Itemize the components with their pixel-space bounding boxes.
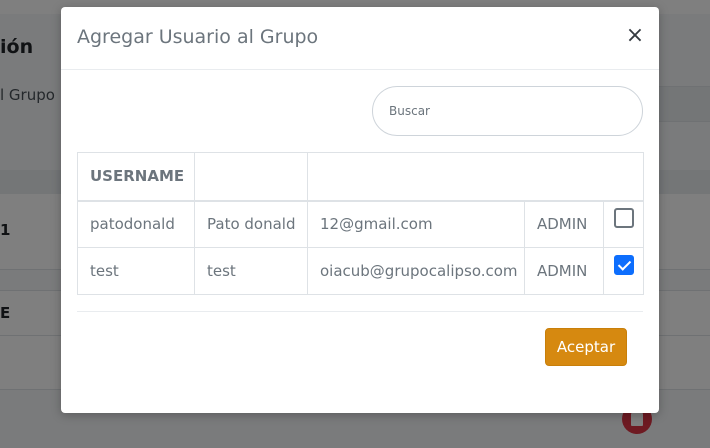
table-header-row: USERNAME [77,152,645,201]
add-user-to-group-modal: Agregar Usuario al Grupo × USERNAME pato… [61,7,659,413]
column-header [194,152,308,201]
cell-name: test [194,247,308,295]
cell-username: patodonald [77,200,195,248]
cell-select [602,247,645,295]
users-table: USERNAME patodonald Pato donald 12@gmail… [77,152,645,295]
cell-username: test [77,247,195,295]
cell-email: oiacub@grupocalipso.com [307,247,525,295]
column-header [306,152,645,201]
cell-email: 12@gmail.com [307,200,525,248]
cell-select [602,200,645,248]
cell-name: Pato donald [194,200,308,248]
select-checkbox[interactable] [613,208,634,229]
select-checkbox[interactable] [613,255,634,275]
search-input[interactable] [372,86,643,136]
table-row: test test oiacub@grupocalipso.com ADMIN [77,247,645,295]
cell-role: ADMIN [524,200,604,248]
modal-title: Agregar Usuario al Grupo [77,26,319,48]
modal-footer-divider [77,311,643,312]
close-button[interactable]: × [625,23,645,49]
table-row: patodonald Pato donald 12@gmail.com ADMI… [77,200,645,248]
column-header-username: USERNAME [77,152,195,201]
cell-role: ADMIN [524,247,604,295]
modal-header: Agregar Usuario al Grupo × [61,7,659,70]
accept-button[interactable]: Aceptar [545,328,627,366]
